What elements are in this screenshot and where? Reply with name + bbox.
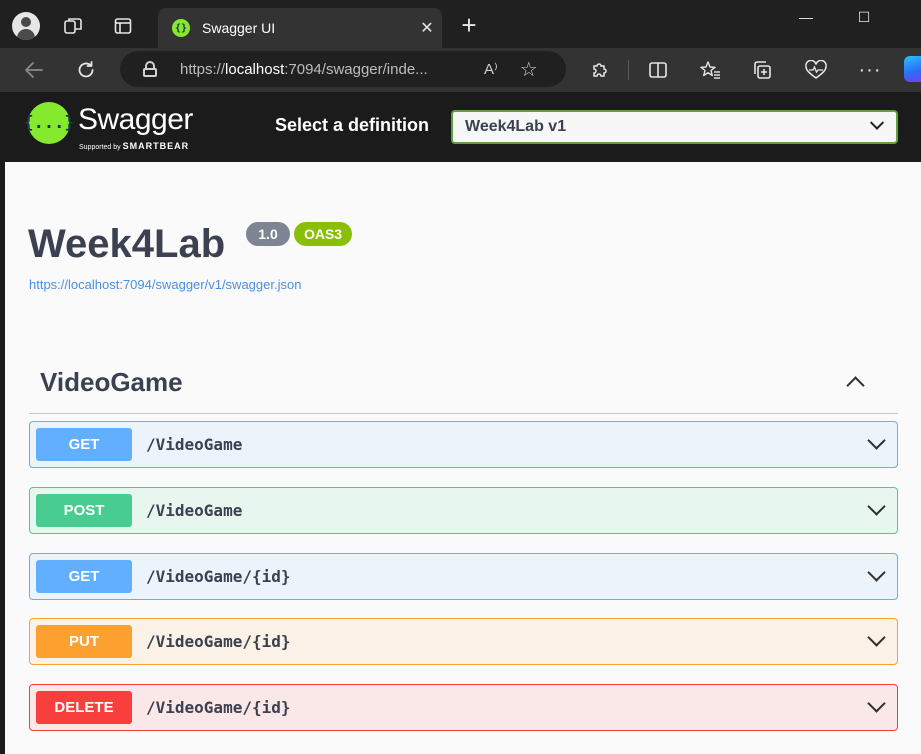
swagger-favicon-icon: {} — [172, 19, 190, 37]
api-title: Week4Lab — [28, 222, 226, 266]
tag-collapse-button[interactable] — [842, 372, 870, 395]
lock-icon[interactable] — [142, 61, 158, 77]
method-badge: GET — [36, 560, 132, 593]
chevron-down-icon — [867, 496, 886, 516]
expand-operation-button[interactable] — [857, 491, 897, 531]
expand-operation-button[interactable] — [857, 425, 897, 465]
chevron-down-icon — [867, 693, 886, 713]
maximize-button[interactable]: ☐ — [836, 0, 892, 34]
tag-title[interactable]: VideoGame — [40, 367, 183, 398]
favorites-icon[interactable] — [690, 52, 730, 88]
workspaces-icon[interactable] — [56, 10, 90, 42]
tag-divider — [29, 413, 898, 414]
version-badge: 1.0 — [246, 222, 290, 246]
read-aloud-icon[interactable]: A⁾ — [484, 60, 498, 78]
browser-toolbar: https://localhost:7094/swagger/inde... A… — [0, 48, 921, 92]
method-badge: POST — [36, 494, 132, 527]
spec-json-link[interactable]: https://localhost:7094/swagger/v1/swagge… — [29, 277, 301, 292]
expand-operation-button[interactable] — [857, 688, 897, 728]
tab-swagger-ui[interactable]: {} Swagger UI ✕ — [158, 8, 442, 48]
tab-close-icon[interactable]: ✕ — [412, 18, 442, 38]
definition-select[interactable]: Week4Lab v1 — [451, 110, 898, 144]
swagger-logo-icon[interactable]: {...} — [23, 102, 75, 144]
tab-actions-icon[interactable] — [106, 10, 140, 42]
collections-icon[interactable] — [742, 52, 782, 88]
method-badge: DELETE — [36, 691, 132, 724]
browser-essentials-icon[interactable] — [796, 52, 836, 88]
expand-operation-button[interactable] — [857, 557, 897, 597]
back-icon[interactable] — [14, 52, 54, 88]
extensions-icon[interactable] — [580, 52, 620, 88]
operation-path: /VideoGame/{id} — [146, 567, 291, 586]
operation-path: /VideoGame/{id} — [146, 698, 291, 717]
chevron-down-icon — [867, 430, 886, 450]
new-tab-button[interactable]: + — [452, 8, 486, 42]
operation-put-videogame-id[interactable]: PUT /VideoGame/{id} — [29, 618, 898, 665]
swagger-logo-text[interactable]: Swagger — [78, 103, 193, 137]
operation-path: /VideoGame — [146, 435, 243, 454]
expand-operation-button[interactable] — [857, 622, 897, 662]
operation-get-videogame-id[interactable]: GET /VideoGame/{id} — [29, 553, 898, 600]
operation-delete-videogame-id[interactable]: DELETE /VideoGame/{id} — [29, 684, 898, 731]
oas-badge: OAS3 — [294, 222, 352, 246]
method-badge: PUT — [36, 625, 132, 658]
method-badge: GET — [36, 428, 132, 461]
chevron-down-icon — [867, 562, 886, 582]
address-bar[interactable]: https://localhost:7094/swagger/inde... A… — [120, 51, 566, 87]
favorite-star-icon[interactable]: ☆ — [520, 57, 538, 82]
operation-get-videogame[interactable]: GET /VideoGame — [29, 421, 898, 468]
minimize-button[interactable]: — — [778, 0, 834, 34]
swagger-topbar: {...} Swagger Supported by SMARTBEAR Sel… — [5, 92, 921, 162]
tab-title: Swagger UI — [202, 20, 276, 36]
operation-path: /VideoGame/{id} — [146, 632, 291, 651]
chevron-up-icon — [846, 376, 865, 395]
chevron-down-icon — [869, 115, 885, 130]
refresh-icon[interactable] — [66, 52, 106, 88]
operation-path: /VideoGame — [146, 501, 243, 520]
split-screen-icon[interactable] — [638, 52, 678, 88]
swagger-logo-subtitle: Supported by SMARTBEAR — [79, 141, 190, 151]
more-icon[interactable]: ··· — [850, 52, 890, 88]
definition-select-value: Week4Lab v1 — [465, 118, 567, 135]
operation-post-videogame[interactable]: POST /VideoGame — [29, 487, 898, 534]
definition-label: Select a definition — [275, 115, 430, 135]
chevron-down-icon — [867, 627, 886, 647]
toolbar-separator — [628, 60, 629, 80]
copilot-icon[interactable] — [904, 56, 921, 82]
page-left-edge — [0, 92, 5, 754]
url-text[interactable]: https://localhost:7094/swagger/inde... — [180, 61, 470, 78]
profile-icon[interactable] — [10, 10, 42, 42]
browser-tab-strip: {} Swagger UI ✕ + — ☐ — [0, 0, 921, 48]
